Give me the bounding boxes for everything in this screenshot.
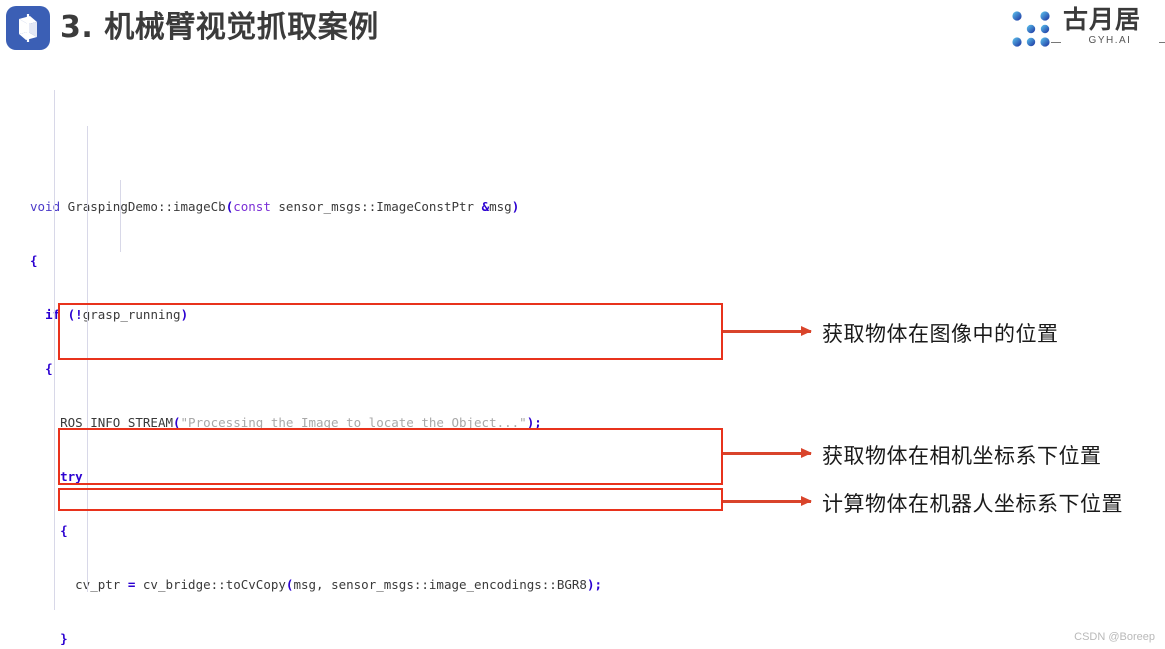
- code-line: }: [60, 631, 68, 646]
- highlight-box-robot-frame: [58, 488, 723, 511]
- page-title: 3. 机械臂视觉抓取案例: [60, 10, 379, 45]
- annotation-camera-frame: 获取物体在相机坐标系下位置: [822, 444, 1102, 468]
- highlight-box-image-location: [58, 303, 723, 360]
- slide-header: 3. 机械臂视觉抓取案例 古月居 GYH.AI: [0, 0, 1165, 58]
- code-line: {: [60, 523, 68, 538]
- indent-guide: [54, 90, 55, 610]
- code-line: {: [45, 361, 53, 376]
- callout-arrow-image-location: [723, 326, 812, 336]
- code-line: {: [30, 253, 38, 268]
- code-line: cv_ptr = cv_bridge::toCvCopy(msg, sensor…: [75, 577, 602, 592]
- brand-name-en: GYH.AI: [1051, 35, 1165, 46]
- annotation-robot-frame: 计算物体在机器人坐标系下位置: [822, 492, 1123, 516]
- csdn-watermark: CSDN @Boreep: [1074, 631, 1155, 643]
- indent-guide: [120, 180, 121, 252]
- brand-logo: 古月居 GYH.AI: [1005, 5, 1165, 55]
- shuriken-s-logo-icon: [6, 6, 50, 50]
- code-block: void GraspingDemo::imageCb(const sensor_…: [30, 72, 700, 649]
- callout-arrow-robot-frame: [723, 496, 812, 506]
- slide-root: 3. 机械臂视觉抓取案例 古月居 GYH.AI void GraspingDem…: [0, 0, 1165, 649]
- code-line: void GraspingDemo::imageCb(const sensor_…: [30, 199, 520, 214]
- gyh-node-graph-icon: [1005, 8, 1057, 55]
- callout-arrow-camera-frame: [723, 448, 812, 458]
- annotation-image-location: 获取物体在图像中的位置: [822, 322, 1059, 346]
- highlight-box-camera-frame: [58, 428, 723, 485]
- brand-name-cn: 古月居: [1063, 5, 1142, 34]
